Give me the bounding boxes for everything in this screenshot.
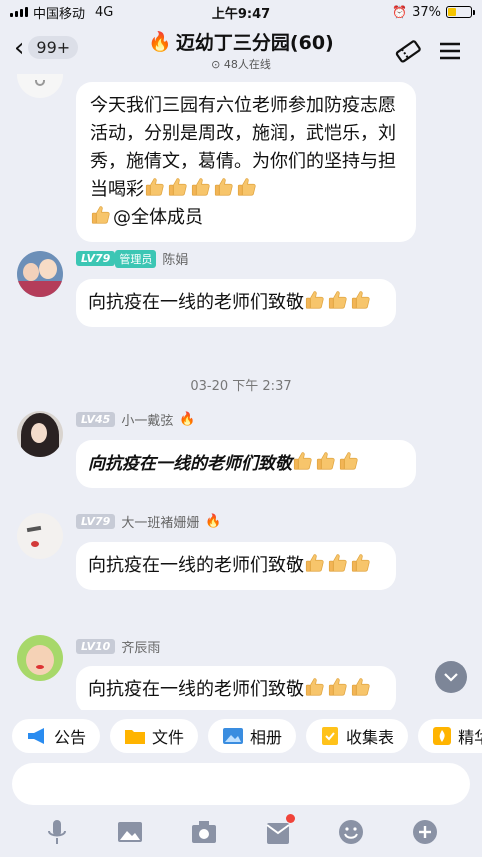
featured-label: 精华 bbox=[458, 728, 482, 747]
thumbs-up-icons bbox=[144, 179, 259, 200]
files-button[interactable]: 文件 bbox=[110, 719, 199, 753]
featured-button[interactable]: 精华 bbox=[418, 719, 482, 753]
flame-icon: 🔥 bbox=[179, 412, 196, 427]
image-icon[interactable] bbox=[115, 817, 145, 847]
collect-form-button[interactable]: 收集表 bbox=[306, 719, 409, 753]
quick-toolbar: 公告 文件 相册 收集表 精华 bbox=[0, 710, 482, 762]
message-text: 向抗疫在一线的老师们致敬 bbox=[88, 679, 304, 700]
message-input[interactable] bbox=[12, 763, 470, 805]
thumbs-up-icon bbox=[350, 552, 372, 574]
album-button[interactable]: 相册 bbox=[208, 719, 297, 753]
sender-name: 大一班褚姗姗 bbox=[121, 516, 200, 531]
thumbs-up-icon bbox=[304, 552, 326, 574]
mention-all: @全体成员 bbox=[113, 207, 203, 228]
group-name: 迈幼丁三分园(60) bbox=[175, 32, 334, 54]
thumbs-up-icon bbox=[315, 450, 337, 472]
battery-percent: 37% bbox=[412, 4, 441, 20]
thumbs-up-icon bbox=[236, 176, 258, 198]
thumbs-up-icons bbox=[90, 207, 113, 228]
level-badge: LV10 bbox=[76, 639, 116, 654]
level-badge: LV79 bbox=[76, 514, 116, 529]
thumbs-up-icon bbox=[327, 289, 349, 311]
online-icon: ⊙ bbox=[211, 58, 221, 71]
thumbs-up-icon bbox=[327, 552, 349, 574]
flame-badge-icon bbox=[433, 727, 452, 745]
message-text: 向抗疫在一线的老师们致敬 bbox=[88, 454, 292, 474]
sender-info: LV79 大一班褚姗姗 🔥 bbox=[76, 512, 222, 531]
photo-icon bbox=[223, 728, 244, 744]
carrier-name: 中国移动 bbox=[33, 6, 86, 22]
message-bubble[interactable]: 今天我们三园有六位老师参加防疫志愿活动，分别是周改，施润，武恺乐，刘秀，施倩文，… bbox=[76, 82, 416, 242]
plus-icon[interactable] bbox=[410, 817, 440, 847]
thumbs-up-icon bbox=[350, 676, 372, 698]
avatar[interactable] bbox=[17, 635, 63, 681]
thumbs-up-icon bbox=[213, 176, 235, 198]
sender-name: 陈娟 bbox=[162, 253, 189, 268]
online-count: 48人在线 bbox=[223, 58, 271, 71]
files-label: 文件 bbox=[152, 728, 185, 747]
announcement-label: 公告 bbox=[54, 728, 87, 747]
folder-icon bbox=[125, 730, 146, 744]
alarm-icon: ⏰ bbox=[392, 5, 408, 19]
thumbs-up-icons bbox=[292, 454, 361, 474]
flame-icon: 🔥 bbox=[205, 514, 222, 529]
network-type: 4G bbox=[95, 4, 114, 20]
thumbs-up-icons bbox=[304, 679, 373, 700]
thumbs-up-icons bbox=[304, 555, 373, 576]
thumbs-up-icons bbox=[304, 292, 373, 313]
album-label: 相册 bbox=[250, 728, 283, 747]
avatar[interactable] bbox=[17, 513, 63, 559]
microphone-icon[interactable] bbox=[42, 817, 72, 847]
sender-name: 齐辰雨 bbox=[121, 641, 161, 656]
thumbs-up-icon bbox=[167, 176, 189, 198]
message-bubble[interactable]: 向抗疫在一线的老师们致敬 bbox=[76, 666, 396, 710]
battery-icon bbox=[446, 6, 475, 18]
level-badge: LV79 bbox=[76, 251, 116, 266]
checklist-icon bbox=[322, 727, 339, 745]
timestamp: 03-20 下午 2:37 bbox=[190, 379, 292, 394]
megaphone-icon bbox=[28, 728, 44, 744]
thumbs-up-icon bbox=[90, 204, 112, 226]
message-bubble[interactable]: 向抗疫在一线的老师们致敬 bbox=[76, 440, 416, 488]
red-packet-button[interactable] bbox=[263, 814, 295, 847]
message-bubble[interactable]: 向抗疫在一线的老师们致敬 bbox=[76, 542, 396, 590]
message-bubble[interactable]: 向抗疫在一线的老师们致敬 bbox=[76, 279, 396, 327]
flame-icon: 🔥 bbox=[148, 31, 172, 53]
ticket-icon[interactable] bbox=[395, 38, 421, 64]
message-list[interactable]: 今天我们三园有六位老师参加防疫志愿活动，分别是周改，施润，武恺乐，刘秀，施倩文，… bbox=[0, 74, 482, 710]
notification-dot bbox=[285, 814, 295, 823]
thumbs-up-icon bbox=[304, 289, 326, 311]
level-badge: LV45 bbox=[76, 412, 116, 427]
chat-header: ‹ 99+ 🔥 迈幼丁三分园(60) ⊙ 48人在线 bbox=[0, 24, 482, 74]
message-text: 向抗疫在一线的老师们致敬 bbox=[88, 292, 304, 313]
sender-info: LV45 小一戴弦 🔥 bbox=[76, 410, 196, 429]
avatar[interactable] bbox=[17, 74, 63, 98]
scroll-down-button[interactable] bbox=[435, 661, 467, 693]
chevron-down-icon bbox=[444, 673, 458, 682]
avatar[interactable] bbox=[17, 251, 63, 297]
camera-icon[interactable] bbox=[189, 817, 219, 847]
thumbs-up-icon bbox=[327, 676, 349, 698]
announcement-button[interactable]: 公告 bbox=[12, 719, 101, 753]
role-badge: 管理员 bbox=[115, 249, 157, 268]
thumbs-up-icon bbox=[304, 676, 326, 698]
emoji-icon[interactable] bbox=[336, 817, 366, 847]
input-tools bbox=[0, 808, 482, 856]
thumbs-up-icon bbox=[350, 289, 372, 311]
status-bar: 中国移动 4G 上午9:47 ⏰ 37% bbox=[0, 0, 482, 24]
thumbs-up-icon bbox=[292, 450, 314, 472]
thumbs-up-icon bbox=[190, 176, 212, 198]
avatar[interactable] bbox=[17, 411, 63, 457]
sender-info: LV10 齐辰雨 bbox=[76, 637, 160, 656]
sender-info: LV79 管理员 陈娟 bbox=[76, 249, 188, 268]
thumbs-up-icon bbox=[338, 450, 360, 472]
collect-form-label: 收集表 bbox=[346, 728, 395, 747]
thumbs-up-icon bbox=[144, 176, 166, 198]
sender-name: 小一戴弦 bbox=[121, 414, 174, 429]
signal-icon bbox=[10, 7, 28, 17]
message-text: 向抗疫在一线的老师们致敬 bbox=[88, 555, 304, 576]
menu-icon[interactable] bbox=[437, 38, 463, 64]
